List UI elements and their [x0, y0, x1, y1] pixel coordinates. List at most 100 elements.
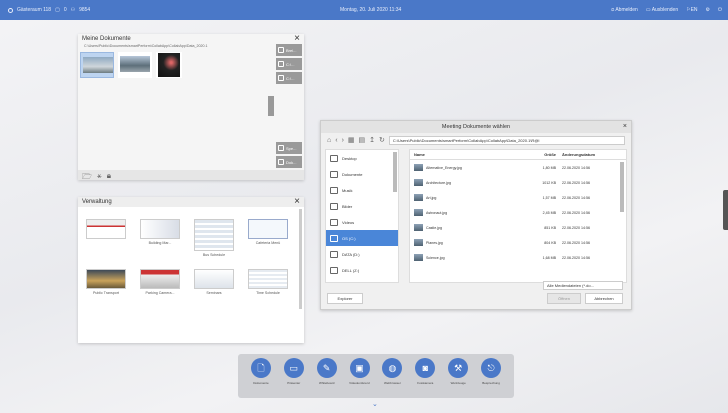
- place-label: Bilder: [342, 203, 353, 209]
- dock-end-meeting[interactable]: ⎋ Besprechung: [478, 358, 504, 394]
- column-size[interactable]: Größe: [532, 152, 558, 157]
- docs-splitter-handle[interactable]: [268, 96, 274, 116]
- file-date: 22.06.2020 14:56: [562, 195, 590, 200]
- column-name[interactable]: Name: [410, 152, 532, 157]
- place-label: Desktop: [342, 155, 357, 161]
- document-icon: [278, 159, 284, 165]
- close-icon[interactable]: ×: [623, 122, 627, 132]
- file-row[interactable]: Art.jpg 1,57 MB 22.06.2020 14:56: [410, 190, 626, 205]
- grid-view-icon[interactable]: ▦: [348, 136, 355, 144]
- file-date: 22.06.2020 14:56: [562, 240, 590, 245]
- docs-side-buttons-lower: Spe... Dok...: [276, 142, 302, 170]
- forward-icon[interactable]: ›: [342, 137, 344, 144]
- document-thumbnail[interactable]: [118, 52, 152, 78]
- tile[interactable]: Bus Schedule: [190, 217, 238, 261]
- file-date: 22.06.2020 14:56: [562, 210, 590, 215]
- scrollbar[interactable]: [393, 152, 397, 192]
- close-icon[interactable]: ×: [294, 34, 300, 44]
- power-icon[interactable]: ⏻: [718, 7, 722, 13]
- dock-whiteboard[interactable]: ✎ Whiteboard: [314, 358, 340, 394]
- file-type-select[interactable]: Alle Mediendateien (*.do...: [543, 281, 623, 290]
- place-music[interactable]: Musik: [326, 182, 398, 198]
- tile[interactable]: [82, 217, 130, 261]
- side-button[interactable]: C:\...: [276, 72, 302, 84]
- side-button[interactable]: Brei...: [276, 44, 302, 56]
- docs-toolbar: 🗁 ⚹ 🔒︎: [78, 170, 304, 181]
- file-name: Science.jpg: [426, 255, 445, 260]
- place-pictures[interactable]: Bilder: [326, 198, 398, 214]
- cancel-button[interactable]: Abbrechen: [585, 293, 623, 304]
- scrollbar[interactable]: [299, 209, 302, 309]
- pen-icon: ✎: [316, 358, 337, 378]
- music-icon: [330, 186, 338, 194]
- place-data-drive[interactable]: DATA (D:): [326, 246, 398, 262]
- image-file-icon: [414, 224, 423, 231]
- chevron-down-icon[interactable]: ⌄: [372, 400, 378, 408]
- file-row[interactable]: Planes.jpg 804 KB 22.06.2020 14:56: [410, 235, 626, 250]
- side-button[interactable]: C:\...: [276, 58, 302, 70]
- open-folder-icon[interactable]: 🗁: [82, 171, 92, 181]
- dock-webbrowser[interactable]: ◍ Webbrowser: [380, 358, 406, 394]
- path-field[interactable]: C:\Users\Public\Documents\smartPerform\C…: [388, 135, 625, 145]
- file-date: 22.06.2020 14:56: [562, 255, 590, 260]
- dock-label: Besprechung: [482, 381, 500, 385]
- list-view-icon[interactable]: ▤: [359, 136, 366, 144]
- dock-tools[interactable]: ⚒ Werkzeuge: [445, 358, 471, 394]
- explorer-button[interactable]: Explorer: [327, 293, 363, 304]
- tile[interactable]: Parking Camera...: [136, 267, 184, 311]
- room-info: Gästeraum 118 ▢ 0 ⚇ 9854: [8, 7, 90, 13]
- tile[interactable]: Time Schedule: [244, 267, 292, 311]
- home-icon[interactable]: ⌂: [327, 137, 331, 144]
- dialog-toolbar: ⌂ ‹ › ▦ ▤ ↥ ↻ C:\Users\Public\Documents\…: [321, 133, 631, 147]
- file-row[interactable]: Alternative_Energy.jpg 1,80 MB 22.06.2020 …: [410, 160, 626, 175]
- refresh-icon[interactable]: ↻: [379, 136, 385, 144]
- logout-button[interactable]: ⍝ Abmelden: [611, 7, 638, 13]
- side-button-label: Dok...: [286, 159, 297, 165]
- document-thumbnail[interactable]: [80, 52, 114, 78]
- tile-caption: Parking Camera...: [145, 291, 175, 295]
- tile[interactable]: Building Mar...: [136, 217, 184, 261]
- place-documents[interactable]: Dokumente: [326, 166, 398, 182]
- scrollbar[interactable]: [620, 162, 624, 212]
- tile-caption: Cafeteria Menü: [255, 241, 281, 245]
- device-icon: ▢: [55, 7, 60, 13]
- place-desktop[interactable]: Desktop: [326, 150, 398, 166]
- lock-icon[interactable]: 🔒︎: [107, 171, 111, 180]
- docs-side-buttons: Brei... C:\... C:\...: [276, 44, 302, 86]
- file-row[interactable]: Architecture.jpg 1012 KB 22.06.2020 14:56: [410, 175, 626, 190]
- dock-documents[interactable]: 🗋 Dokumente: [248, 358, 274, 394]
- up-icon[interactable]: ↥: [369, 136, 375, 144]
- file-name: Alternative_Energy.jpg: [426, 165, 462, 170]
- tile[interactable]: Seminars: [190, 267, 238, 311]
- dock-camera[interactable]: ◙ Fotokamera: [412, 358, 438, 394]
- file-name: Art.jpg: [426, 195, 437, 200]
- image-file-icon: [414, 209, 423, 216]
- tile[interactable]: Cafeteria Menü: [244, 217, 292, 261]
- hide-button[interactable]: ▭ Ausblenden: [646, 7, 678, 13]
- back-icon[interactable]: ‹: [335, 137, 337, 144]
- language-selector[interactable]: ⚐EN: [686, 7, 697, 13]
- column-date[interactable]: Änderungsdatum: [558, 152, 608, 157]
- close-icon[interactable]: ×: [294, 197, 300, 207]
- camera-icon: ◙: [415, 358, 436, 378]
- file-row[interactable]: Science.jpg 1,68 MB 22.06.2020 14:56: [410, 250, 626, 265]
- side-button[interactable]: Dok...: [276, 156, 302, 168]
- place-dell-drive[interactable]: DELL (Z:): [326, 262, 398, 278]
- network-icon[interactable]: ⚹: [97, 171, 102, 180]
- dock-presenter[interactable]: ▭ Präsenter: [281, 358, 307, 394]
- side-drawer-handle[interactable]: [723, 190, 728, 230]
- place-os-drive[interactable]: OS (C:): [326, 230, 398, 246]
- place-videos[interactable]: Videos: [326, 214, 398, 230]
- file-list-header: Name Größe Änderungsdatum: [410, 150, 626, 160]
- file-size: 851 KB: [544, 225, 556, 230]
- file-row[interactable]: Castle.jpg 851 KB 22.06.2020 14:56: [410, 220, 626, 235]
- side-button[interactable]: Spe...: [276, 142, 302, 154]
- file-name: Castle.jpg: [426, 225, 442, 230]
- settings-icon[interactable]: ⚙: [706, 7, 710, 13]
- dock-videoconference[interactable]: ▣ Videokonferenz: [347, 358, 373, 394]
- file-row[interactable]: Astronaut.jpg 2,45 MB 22.06.2020 14:56: [410, 205, 626, 220]
- document-thumbnail[interactable]: [156, 52, 182, 78]
- tile[interactable]: Public Transport: [82, 267, 130, 311]
- open-button[interactable]: Öffnen: [547, 293, 581, 304]
- image-file-icon: [414, 179, 423, 186]
